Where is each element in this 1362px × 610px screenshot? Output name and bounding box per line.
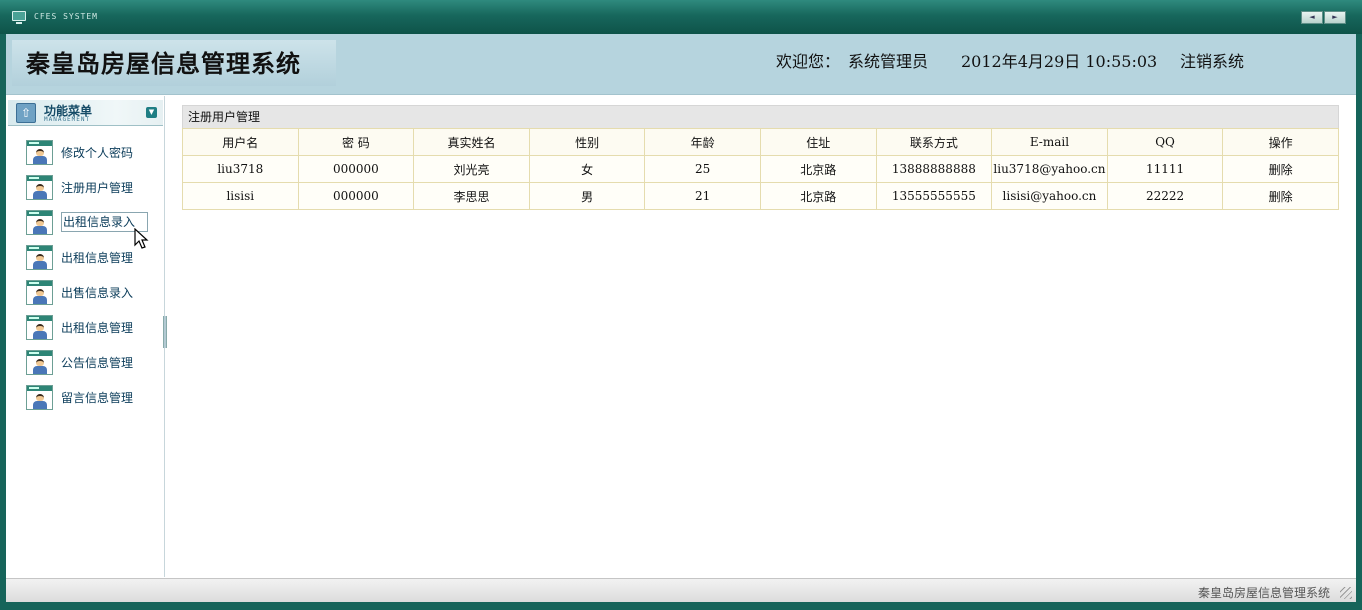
age-cell: 21 xyxy=(644,182,761,210)
users-table: 用户名 密 码 真实姓名 性别 年龄 住址 联系方式 E-mail QQ 操作 … xyxy=(182,128,1339,210)
upload-icon: ⇧ xyxy=(16,103,36,123)
address-cell: 北京路 xyxy=(759,155,877,183)
qq-cell: 11111 xyxy=(1106,155,1224,183)
menu-list: 修改个人密码 注册用户管理 出租信息录入 出租信息管理 出售信息录入 出租信息管… xyxy=(26,140,156,420)
phone-cell: 13888888888 xyxy=(875,155,993,183)
username-cell: lisisi xyxy=(182,182,299,210)
menu-item-label: 修改个人密码 xyxy=(61,146,134,160)
menu-item-label: 出租信息管理 xyxy=(61,251,134,265)
welcome-label: 欢迎您： xyxy=(776,52,841,71)
real-name-cell: 李思思 xyxy=(413,182,530,210)
column-header: 密 码 xyxy=(297,128,415,156)
user-icon xyxy=(26,210,53,235)
column-header: 真实姓名 xyxy=(413,128,530,156)
address-cell: 北京路 xyxy=(759,182,877,210)
status-bar: 秦皇岛房屋信息管理系统 xyxy=(6,578,1356,602)
menu-item-announcement-management[interactable]: 公告信息管理 xyxy=(26,350,156,385)
nav-buttons: ◄ ► xyxy=(1301,11,1346,24)
menu-item-rental-management[interactable]: 出租信息管理 xyxy=(26,245,156,280)
menu-header[interactable]: ⇧ 功能菜单 MANAGEMENT ▼ xyxy=(8,100,163,126)
nav-prev-button[interactable]: ◄ xyxy=(1301,11,1323,24)
user-icon xyxy=(26,315,53,340)
menu-item-label: 出租信息管理 xyxy=(61,321,134,335)
gender-cell: 男 xyxy=(528,182,646,210)
menu-item-label: 注册用户管理 xyxy=(61,181,134,195)
column-header: 性别 xyxy=(528,128,646,156)
menu-item-message-management[interactable]: 留言信息管理 xyxy=(26,385,156,420)
right-frame xyxy=(1356,34,1362,610)
column-header: 用户名 xyxy=(182,128,299,156)
age-cell: 25 xyxy=(644,155,761,183)
menu-item-registered-users[interactable]: 注册用户管理 xyxy=(26,175,156,210)
bottom-frame xyxy=(0,602,1362,610)
window-titlebar: CFES SYSTEM ◄ ► xyxy=(0,0,1362,34)
current-datetime: 2012年4月29日 10:55:03 xyxy=(961,52,1158,71)
qq-cell: 22222 xyxy=(1106,182,1224,210)
user-icon xyxy=(26,280,53,305)
menu-item-change-password[interactable]: 修改个人密码 xyxy=(26,140,156,175)
resize-grip-icon[interactable] xyxy=(1340,587,1352,599)
app-title: 秦皇岛房屋信息管理系统 xyxy=(26,49,301,78)
computer-icon xyxy=(12,11,26,24)
logout-link[interactable]: 注销系统 xyxy=(1180,48,1244,72)
email-cell: lisisi@yahoo.cn xyxy=(991,182,1108,210)
user-icon xyxy=(26,245,53,270)
table-header-row: 用户名 密 码 真实姓名 性别 年龄 住址 联系方式 E-mail QQ 操作 xyxy=(182,128,1339,156)
nav-next-button[interactable]: ► xyxy=(1324,11,1346,24)
user-management-panel: 注册用户管理 用户名 密 码 真实姓名 性别 年龄 住址 联系方式 E-mail… xyxy=(182,105,1339,210)
column-header: 住址 xyxy=(759,128,877,156)
user-icon xyxy=(26,140,53,165)
collapse-icon[interactable]: ▼ xyxy=(146,107,157,118)
column-header: QQ xyxy=(1106,128,1224,156)
gender-cell: 女 xyxy=(528,155,646,183)
current-user-name: 系统管理员 xyxy=(848,52,929,71)
menu-item-label: 留言信息管理 xyxy=(61,391,134,405)
delete-button[interactable]: 删除 xyxy=(1222,155,1339,183)
user-icon xyxy=(26,385,53,410)
menu-item-rental-management-2[interactable]: 出租信息管理 xyxy=(26,315,156,350)
mouse-cursor-icon xyxy=(134,228,149,249)
table-row: liu3718 000000 刘光亮 女 25 北京路 13888888888 … xyxy=(182,155,1339,183)
password-cell: 000000 xyxy=(297,182,415,210)
phone-cell: 13555555555 xyxy=(875,182,993,210)
user-icon xyxy=(26,175,53,200)
header-banner: 秦皇岛房屋信息管理系统 欢迎您： 系统管理员 2012年4月29日 10:55:… xyxy=(6,34,1356,95)
username-cell: liu3718 xyxy=(182,155,299,183)
delete-button[interactable]: 删除 xyxy=(1222,182,1339,210)
email-cell: liu3718@yahoo.cn xyxy=(991,155,1108,183)
footer-text: 秦皇岛房屋信息管理系统 xyxy=(1197,586,1330,600)
menu-item-label: 出售信息录入 xyxy=(61,286,134,300)
menu-item-label: 公告信息管理 xyxy=(61,356,134,370)
menu-item-sale-entry[interactable]: 出售信息录入 xyxy=(26,280,156,315)
table-row: lisisi 000000 李思思 男 21 北京路 13555555555 l… xyxy=(182,182,1339,210)
column-header: 操作 xyxy=(1222,128,1339,156)
column-header: 年龄 xyxy=(644,128,761,156)
menu-subtitle: MANAGEMENT xyxy=(44,116,91,123)
sidebar: ⇧ 功能菜单 MANAGEMENT ▼ 修改个人密码 注册用户管理 出租信息录入… xyxy=(6,96,165,577)
panel-title: 注册用户管理 xyxy=(182,105,1339,128)
column-header: 联系方式 xyxy=(875,128,993,156)
column-header: E-mail xyxy=(991,128,1108,156)
user-icon xyxy=(26,350,53,375)
password-cell: 000000 xyxy=(297,155,415,183)
real-name-cell: 刘光亮 xyxy=(413,155,530,183)
main-content: 注册用户管理 用户名 密 码 真实姓名 性别 年龄 住址 联系方式 E-mail… xyxy=(167,96,1356,577)
system-name: CFES SYSTEM xyxy=(34,12,98,21)
